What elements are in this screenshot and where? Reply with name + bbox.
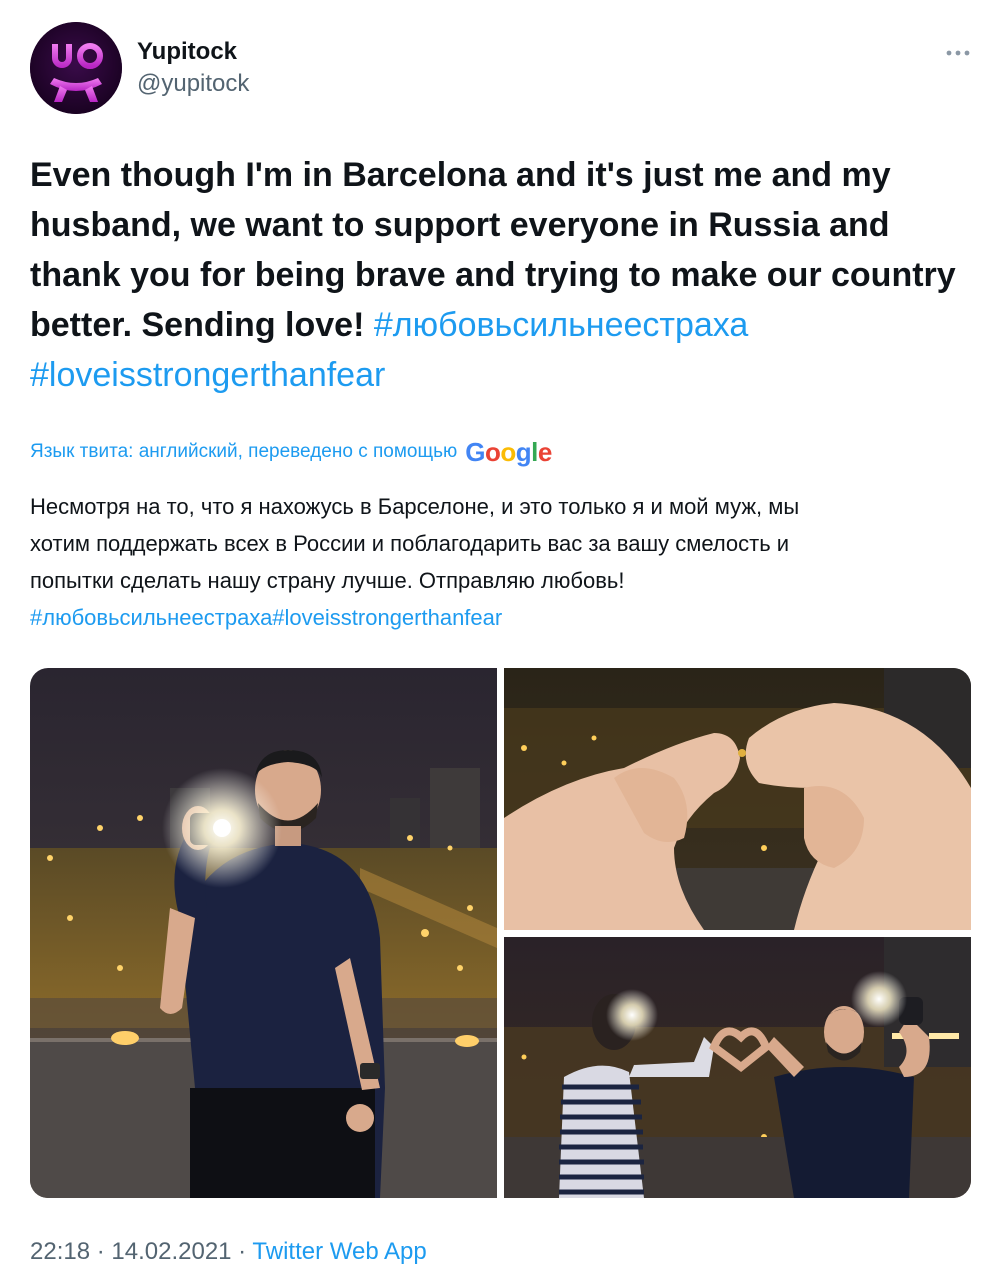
tweet-text-line-fragment: better. Sending love! [30, 306, 374, 344]
photo-couple-with-flashlights [504, 937, 971, 1198]
translated-text-line: хотим поддержать всех в России и поблаго… [30, 531, 790, 556]
google-logo-letter: G [465, 436, 485, 467]
google-logo-letter: e [537, 436, 552, 467]
translation-note[interactable]: Язык твита: английский, переведено с пом… [30, 437, 552, 467]
tweet-meta: 22:18 · 14.02.2021 · Twitter Web App [30, 1238, 427, 1266]
tweet-photo-1[interactable] [30, 668, 497, 1198]
yupitock-logo-icon [30, 22, 122, 114]
google-logo: Google [465, 437, 552, 468]
tweet-photo-3[interactable] [504, 937, 971, 1198]
tweet-text-line: thank you for being brave and trying to … [30, 256, 956, 294]
tweet-detail: Yupitock @yupitock Even though I'm in Ba… [0, 0, 1001, 1280]
translated-text-line: Несмотря на то, что я нахожусь в Барсело… [30, 494, 800, 519]
meta-separator: · [231, 1238, 253, 1265]
more-horizontal-icon [946, 50, 970, 56]
tweet-text: Even though I'm in Barcelona and it's ju… [30, 150, 960, 400]
meta-separator: · [90, 1238, 112, 1265]
google-logo-letter: o [484, 436, 501, 467]
google-logo-letter: l [531, 436, 538, 467]
hashtag-link[interactable]: #loveisstrongerthanfear [30, 356, 385, 394]
tweet-text-line: #loveisstrongerthanfear [30, 350, 960, 400]
hashtag-link[interactable]: #любовьсильнеестраха [374, 306, 748, 344]
tweet-text-line: husband, we want to support everyone in … [30, 206, 890, 244]
tweet-date[interactable]: 14.02.2021 [111, 1238, 231, 1265]
tweet-text-line: Even though I'm in Barcelona and it's ju… [30, 156, 891, 194]
tweet-time[interactable]: 22:18 [30, 1238, 90, 1265]
translation-note-text: Язык твита: английский, переведено с пом… [30, 441, 458, 462]
author-handle[interactable]: @yupitock [137, 70, 249, 98]
translated-hashtags-link[interactable]: #любовьсильнеестраха#loveisstrongerthanf… [30, 599, 970, 636]
tweet-text-line: better. Sending love! #любовьсильнеестра… [30, 300, 960, 350]
google-logo-letter: g [515, 436, 532, 467]
photo-man-with-flashlight [30, 668, 497, 1198]
author-avatar[interactable] [30, 22, 122, 114]
translated-text: Несмотря на то, что я нахожусь в Барсело… [30, 488, 970, 636]
translated-text-line: попытки сделать нашу страну лучше. Отпра… [30, 568, 625, 593]
tweet-photo-2[interactable] [504, 668, 971, 930]
google-logo-letter: o [500, 436, 516, 467]
more-options-button[interactable] [940, 40, 976, 66]
author-display-name[interactable]: Yupitock [137, 38, 237, 66]
tweet-source-link[interactable]: Twitter Web App [252, 1238, 426, 1265]
photo-heart-hands [504, 668, 971, 930]
